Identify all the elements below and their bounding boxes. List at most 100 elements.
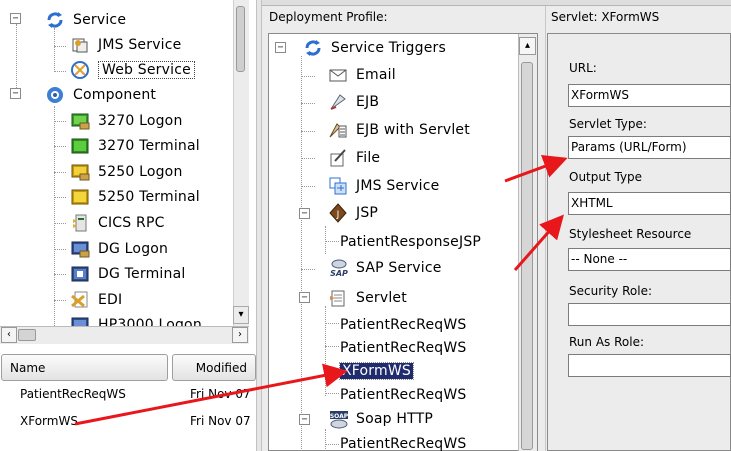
tree-item-patientresponsejsp[interactable]: PatientResponseJSP — [340, 230, 481, 254]
tree-item-jms-service[interactable]: JMS Service — [70, 33, 182, 57]
run-as-role-field[interactable] — [568, 354, 731, 377]
tree-item-sap-service[interactable]: SAP SAP Service — [328, 256, 442, 280]
tree-item-servlet[interactable]: Servlet — [328, 286, 407, 310]
tree-item-5250-logon[interactable]: 5250 Logon — [70, 160, 183, 184]
tree-item-label: EJB — [356, 94, 380, 110]
tree-item-web-service[interactable]: Web Service — [70, 58, 195, 82]
url-label: URL: — [569, 61, 597, 75]
component-gear-icon — [45, 85, 65, 105]
tree-item-edi[interactable]: EDI — [70, 288, 122, 312]
soap-http-collapse-toggle[interactable]: − — [299, 414, 310, 425]
tree-scroll-thumb[interactable] — [236, 6, 245, 72]
tree-item-label: SAP Service — [356, 260, 442, 276]
sap-icon: SAP — [328, 258, 348, 278]
tree-item-label: Servlet — [356, 290, 407, 306]
web-service-icon — [70, 60, 90, 80]
output-type-select[interactable]: XHTML — [568, 192, 731, 215]
tree-item-label: Email — [356, 67, 396, 83]
tree-item-5250-terminal[interactable]: 5250 Terminal — [70, 185, 200, 209]
ejb-icon — [328, 92, 348, 112]
tree-connector — [325, 369, 339, 370]
refresh-cycle-icon — [303, 38, 323, 58]
component-collapse-toggle[interactable]: − — [10, 88, 21, 99]
servlet-icon — [328, 288, 348, 308]
tree-item-patientrecreqws[interactable]: PatientRecReqWS — [340, 432, 466, 451]
tree-item-dg-terminal[interactable]: DG Terminal — [70, 262, 185, 286]
scroll-right-arrow-icon[interactable]: › — [232, 327, 248, 343]
dg-logon-icon — [70, 239, 90, 259]
tree-item-soap-http[interactable]: SOAP Soap HTTP — [328, 407, 433, 431]
tree-item-label: File — [356, 150, 381, 166]
tree-item-jsp[interactable]: J JSP — [328, 201, 378, 225]
tree-item-label: PatientRecReqWS — [340, 436, 467, 451]
tree-item-label: PatientRecReqWS — [340, 340, 467, 356]
tree-item-service[interactable]: Service — [45, 8, 126, 32]
deployment-tree-scroll-thumb[interactable] — [521, 62, 533, 450]
tree-connector — [54, 71, 66, 72]
run-as-role-label: Run As Role: — [569, 335, 644, 349]
servlet-type-label: Servlet Type: — [569, 117, 647, 131]
servlet-type-select[interactable]: Params (URL/Form) — [568, 136, 731, 159]
url-field[interactable]: XFormWS — [568, 84, 731, 107]
security-role-label: Security Role: — [569, 284, 652, 298]
tree-item-patientrecreqws[interactable]: PatientRecReqWS — [340, 313, 466, 337]
file-icon — [328, 148, 348, 168]
tree-item-3270-logon[interactable]: 3270 Logon — [70, 109, 183, 133]
service-collapse-toggle[interactable]: − — [10, 13, 21, 24]
tree-item-label: JSP — [356, 205, 379, 221]
scroll-up-arrow-icon[interactable]: ▴ — [519, 37, 536, 55]
jsp-icon: J — [328, 203, 348, 223]
column-header-name[interactable]: Name — [1, 354, 168, 381]
tree-item-jms-service[interactable]: JMS Service — [328, 174, 440, 198]
svg-text:SOAP: SOAP — [330, 413, 349, 420]
tree-horizontal-scrollbar[interactable] — [0, 326, 249, 344]
envelope-icon — [328, 65, 348, 85]
tree-item-3270-terminal[interactable]: 3270 Terminal — [70, 134, 200, 158]
column-header-modified[interactable]: Modified — [172, 354, 256, 381]
tree-item-label: HP3000 Logon — [98, 317, 202, 326]
tree-item-xformws-selected[interactable]: XFormWS — [339, 359, 414, 383]
tree-connector — [301, 269, 315, 270]
stylesheet-resource-select[interactable]: -- None -- — [568, 248, 731, 271]
list-item-modified: Fri Nov 07 — [190, 414, 251, 428]
jms-service-icon — [328, 176, 348, 196]
tab-strip — [262, 0, 545, 6]
tree-item-label: JMS Service — [356, 178, 440, 194]
stylesheet-resource-label: Stylesheet Resource — [569, 227, 692, 241]
jms-service-icon — [70, 35, 90, 55]
tree-connector — [54, 172, 66, 173]
list-item-name[interactable]: PatientRecReqWS — [20, 387, 126, 401]
terminal-logon-icon — [70, 111, 90, 131]
tree-connector — [54, 249, 66, 250]
tree-connector — [301, 186, 315, 187]
edi-icon — [70, 290, 90, 310]
jsp-collapse-toggle[interactable]: − — [299, 208, 310, 219]
list-item-name[interactable]: XFormWS — [20, 414, 78, 428]
tree-connector — [54, 106, 55, 326]
tree-item-ejb-with-servlet[interactable]: EJB with Servlet — [328, 118, 470, 142]
security-role-field[interactable] — [568, 303, 731, 326]
tree-item-hp3000-logon[interactable]: HP3000 Logon — [70, 313, 202, 326]
tree-item-patientrecreqws[interactable]: PatientRecReqWS — [340, 336, 466, 360]
tree-item-patientrecreqws[interactable]: PatientRecReqWS — [340, 383, 466, 407]
tree-item-email[interactable]: Email — [328, 63, 396, 87]
tree-item-component[interactable]: Component — [45, 83, 156, 107]
svg-text:SAP: SAP — [330, 269, 348, 278]
tree-item-label: Web Service — [98, 61, 195, 79]
servlet-collapse-toggle[interactable]: − — [299, 292, 310, 303]
tree-item-file[interactable]: File — [328, 146, 380, 170]
tree-connector — [325, 444, 339, 445]
tree-item-label: PatientRecReqWS — [340, 387, 467, 403]
tree-item-label: 3270 Terminal — [98, 138, 200, 154]
tree-item-label: PatientRecReqWS — [340, 317, 467, 333]
tree-connector — [54, 46, 66, 47]
tree-item-ejb[interactable]: EJB — [328, 90, 379, 114]
service-triggers-collapse-toggle[interactable]: − — [275, 42, 286, 53]
tree-item-service-triggers[interactable]: Service Triggers — [303, 36, 446, 60]
tree-item-cics-rpc[interactable]: CICS RPC — [70, 211, 165, 235]
svg-text:J: J — [336, 210, 340, 220]
tree-horizontal-scroll-thumb[interactable] — [18, 329, 36, 341]
tree-item-dg-logon[interactable]: DG Logon — [70, 237, 168, 261]
scroll-down-arrow-icon[interactable]: ▾ — [233, 306, 249, 324]
scroll-left-arrow-icon[interactable]: ‹ — [1, 327, 17, 343]
